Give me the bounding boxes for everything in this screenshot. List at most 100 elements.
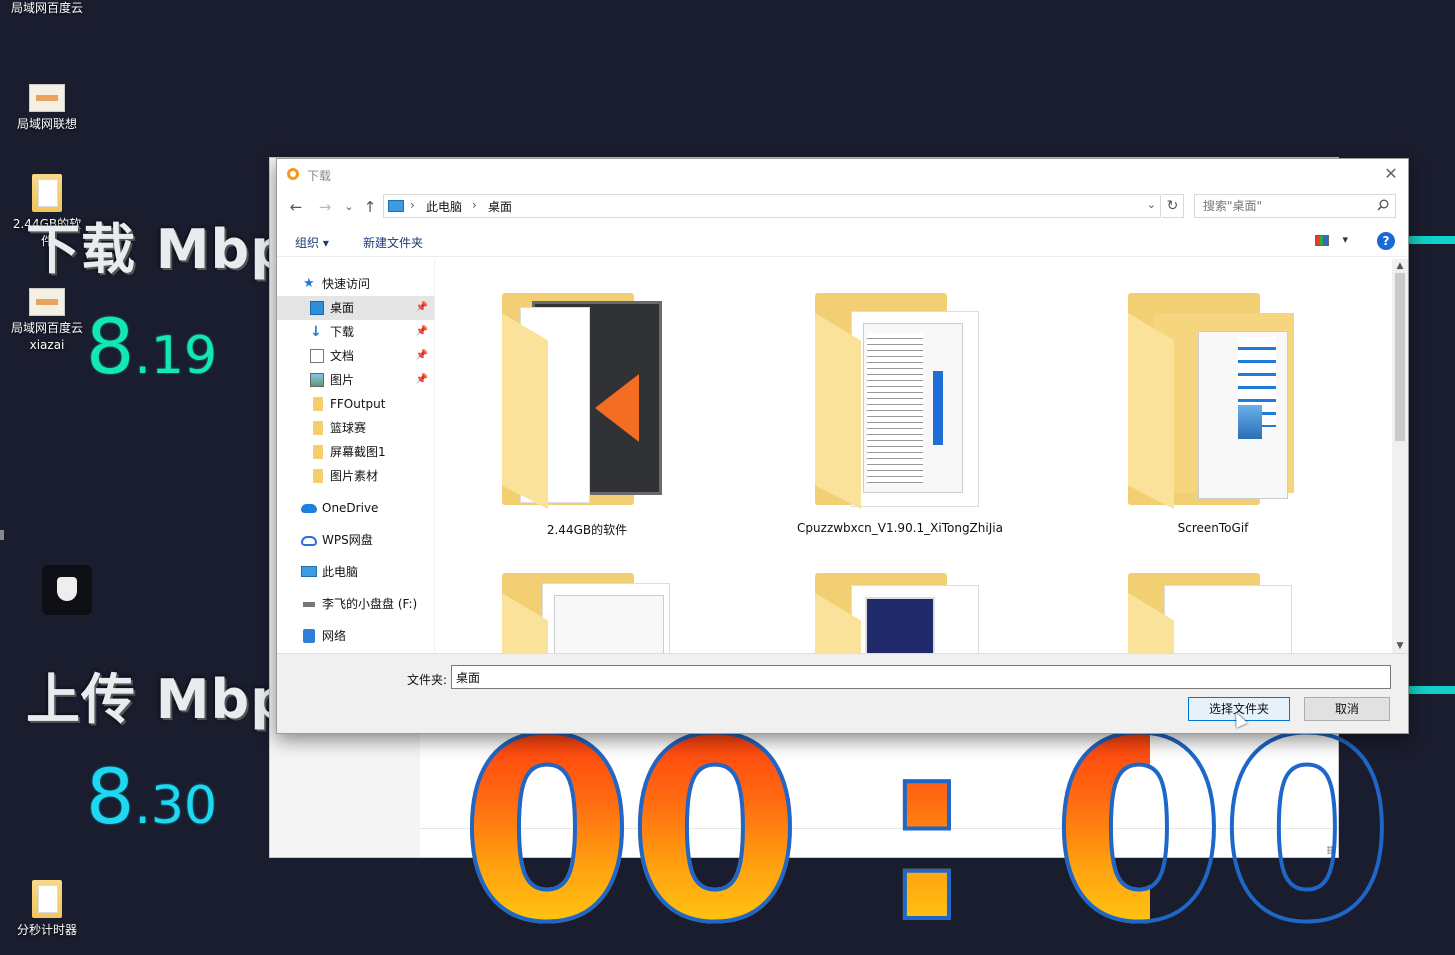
- pin-icon[interactable]: 📌: [416, 296, 428, 320]
- search-box[interactable]: [1194, 194, 1396, 218]
- star-icon: ★: [303, 276, 315, 291]
- computer-icon: [301, 566, 317, 577]
- nav-label: 网络: [322, 629, 347, 643]
- folder-item[interactable]: [437, 539, 737, 653]
- nav-onedrive[interactable]: OneDrive: [277, 496, 434, 520]
- nav-item-picture-assets[interactable]: 图片素材: [277, 464, 434, 488]
- folder-item[interactable]: Cpuzzwbxcn_V1.90.1_XiTongZhiJia: [750, 259, 1050, 535]
- organize-button[interactable]: 组织 ▾: [295, 234, 329, 251]
- view-options-button[interactable]: ▾: [1315, 233, 1355, 251]
- forward-button[interactable]: →: [315, 197, 335, 217]
- nav-drive-f[interactable]: 李飞的小盘盘 (F:): [277, 592, 434, 616]
- nav-item-pictures[interactable]: 图片 📌: [277, 368, 434, 392]
- download-speed-dec: .19: [134, 326, 218, 386]
- folder-icon: [815, 293, 985, 513]
- nav-label: 此电脑: [322, 565, 359, 579]
- folder-name: Cpuzzwbxcn_V1.90.1_XiTongZhiJia: [797, 521, 1003, 535]
- nav-label: 下载: [330, 325, 355, 339]
- desktop-icon-label: 分秒计时器: [16, 923, 77, 937]
- search-icon[interactable]: [1377, 199, 1389, 211]
- chevron-down-icon[interactable]: ⌄: [1147, 198, 1156, 211]
- folder-icon: [313, 421, 323, 435]
- scroll-up-arrow[interactable]: ▲: [1392, 261, 1408, 271]
- nav-label: 文档: [330, 349, 355, 363]
- nav-item-downloads[interactable]: ↓ 下载 📌: [277, 320, 434, 344]
- folder-icon: [815, 573, 985, 653]
- up-button[interactable]: ↑: [360, 197, 380, 217]
- download-speed-value: 8.19: [86, 302, 217, 391]
- refresh-button[interactable]: ↻: [1162, 194, 1184, 218]
- breadcrumb-this-pc[interactable]: 此电脑: [426, 198, 462, 215]
- dialog-footer: 文件夹: 选择文件夹 取消: [277, 653, 1408, 733]
- back-button[interactable]: ←: [286, 197, 306, 217]
- help-button[interactable]: ?: [1377, 232, 1395, 250]
- folder-icon: [1128, 293, 1298, 513]
- folder-item[interactable]: 2.44GB的软件: [437, 259, 737, 537]
- nav-item-screenshot1[interactable]: 屏幕截图1: [277, 440, 434, 464]
- folder-icon: [313, 469, 323, 483]
- folder-icon: [313, 445, 323, 459]
- breadcrumb-separator: ›: [410, 198, 415, 212]
- nav-item-ffoutput[interactable]: FFOutput: [277, 392, 434, 416]
- download-speed-label: 下载 Mbp: [26, 218, 290, 281]
- breadcrumb-desktop[interactable]: 桌面: [488, 198, 512, 215]
- desktop-icon-timer[interactable]: 分秒计时器: [1, 880, 93, 939]
- vertical-scrollbar[interactable]: ▲ ▼: [1392, 259, 1408, 653]
- nav-label: FFOutput: [330, 397, 386, 411]
- cancel-button[interactable]: 取消: [1304, 697, 1390, 721]
- desktop-icon-lan-baidu[interactable]: 局域网百度云: [1, 0, 93, 17]
- navigation-pane: ★ 快速访问 桌面 📌 ↓ 下载 📌 文档 📌 图片 📌 FFOutput 篮球…: [277, 259, 435, 653]
- nav-label: 快速访问: [322, 277, 371, 291]
- upload-speed-value: 8.30: [86, 752, 217, 841]
- picture-icon: [310, 373, 324, 387]
- toolbar: 组织 ▾ 新建文件夹 ▾ ?: [277, 227, 1408, 257]
- download-arrow-icon: ↓: [310, 324, 322, 340]
- folder-item[interactable]: ScreenToGif: [1063, 259, 1363, 535]
- folder-item[interactable]: [750, 539, 1050, 653]
- folder-picker-dialog: 下载 ✕ ← → ⌄ ↑ › 此电脑 › 桌面 ⌄ ↻ 组织 ▾ 新建文件夹 ▾…: [276, 158, 1409, 734]
- folder-item[interactable]: [1063, 539, 1363, 653]
- nav-wps-drive[interactable]: WPS网盘: [277, 528, 434, 552]
- folder-icon: [502, 293, 672, 513]
- folder-icon: [1128, 573, 1298, 653]
- upload-speed-label: 上传 Mbp: [26, 668, 290, 731]
- new-folder-button[interactable]: 新建文件夹: [363, 234, 423, 251]
- nav-item-desktop[interactable]: 桌面 📌: [277, 296, 434, 320]
- nav-this-pc[interactable]: 此电脑: [277, 560, 434, 584]
- pin-icon[interactable]: 📌: [416, 320, 428, 344]
- timer-display: 00 : 00: [458, 686, 1396, 955]
- close-button[interactable]: ✕: [1380, 163, 1402, 185]
- title-bar[interactable]: 下载 ✕: [277, 159, 1408, 189]
- wps-cloud-icon: [301, 536, 317, 546]
- scroll-down-arrow[interactable]: ▼: [1392, 641, 1408, 651]
- address-bar[interactable]: › 此电脑 › 桌面 ⌄: [383, 194, 1161, 218]
- nav-quick-access[interactable]: ★ 快速访问: [277, 272, 434, 296]
- desktop-icon-lan-baidu-xiazai[interactable]: 局域网百度云xiazai: [1, 288, 93, 354]
- document-icon: [29, 84, 65, 112]
- dialog-title: 下载: [307, 169, 332, 183]
- cloud-icon: [301, 504, 317, 513]
- scroll-thumb[interactable]: [1395, 273, 1405, 441]
- breadcrumb-separator: ›: [472, 198, 477, 212]
- document-icon: [310, 349, 324, 363]
- desktop-icon: [310, 301, 324, 315]
- recent-locations-button[interactable]: ⌄: [339, 197, 359, 217]
- pin-icon[interactable]: 📌: [416, 344, 428, 368]
- nav-item-basketball[interactable]: 篮球赛: [277, 416, 434, 440]
- desktop-icon-lan-lenovo[interactable]: 局域网联想: [1, 84, 93, 133]
- search-input[interactable]: [1195, 195, 1371, 217]
- nav-label: 桌面: [330, 301, 355, 315]
- download-speed-int: 8: [86, 302, 135, 391]
- network-icon: [303, 629, 315, 643]
- drive-icon: [303, 602, 315, 607]
- tray-app-icon[interactable]: [42, 565, 92, 615]
- nav-label: 篮球赛: [330, 421, 367, 435]
- pin-icon[interactable]: 📌: [416, 368, 428, 392]
- folder-name-input[interactable]: [451, 665, 1391, 689]
- nav-item-documents[interactable]: 文档 📌: [277, 344, 434, 368]
- desktop-icon-label: 局域网百度云xiazai: [10, 321, 83, 352]
- nav-label: WPS网盘: [322, 533, 373, 547]
- nav-label: 图片: [330, 373, 355, 387]
- nav-network[interactable]: 网络: [277, 624, 434, 648]
- nav-label: 图片素材: [330, 469, 379, 483]
